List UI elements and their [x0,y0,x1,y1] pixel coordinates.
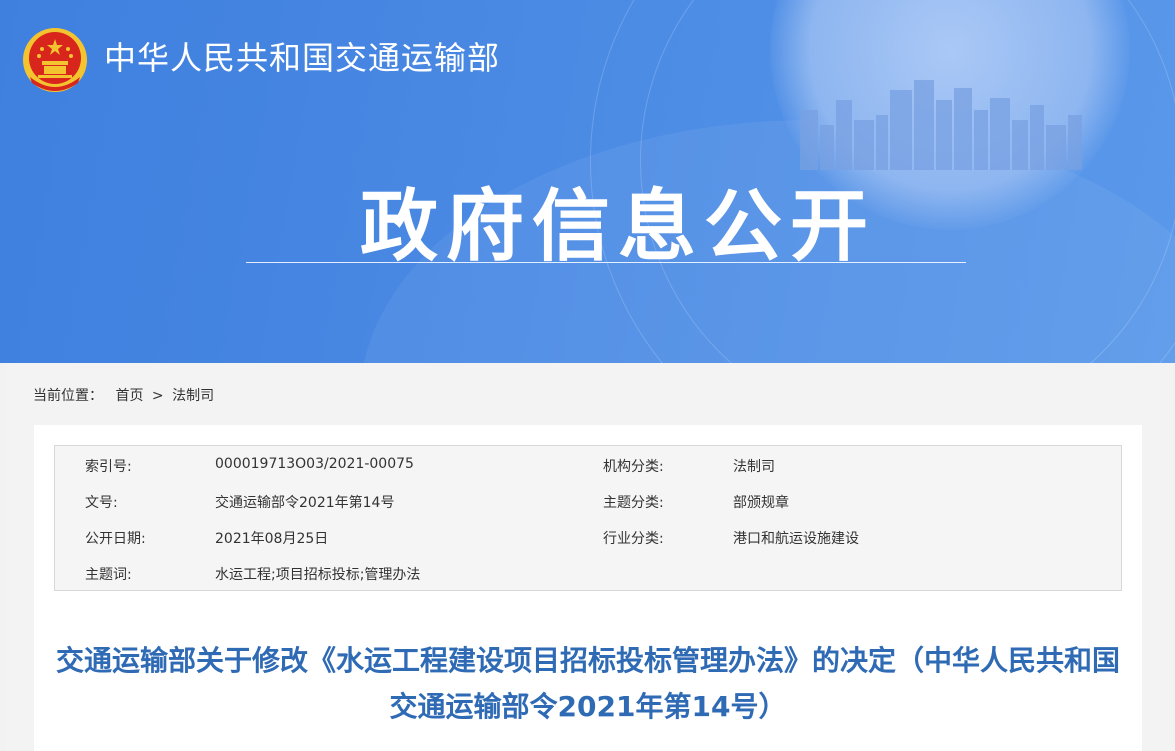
metadata-key: 公开日期: [85,531,146,547]
content-panel: 索引号: 000019713O03/2021-00075 机构分类: 法制司 文… [34,425,1142,751]
metadata-row: 主题词: 水运工程;项目招标投标;管理办法 [55,554,1121,590]
metadata-value: 法制司 [733,459,775,475]
site-title[interactable]: 中华人民共和国交通运输部 [104,33,500,79]
metadata-table: 索引号: 000019713O03/2021-00075 机构分类: 法制司 文… [54,445,1122,591]
document-title: 交通运输部关于修改《水运工程建设项目招标投标管理办法》的决定（中华人民共和国交通… [55,644,1120,723]
metadata-key: 文号: [85,495,118,511]
breadcrumb: 当前位置： 首页 > 法制司 [33,385,214,405]
metadata-value: 2021年08月25日 [215,531,329,547]
main-area: 当前位置： 首页 > 法制司 索引号: 000019713O03/2021-00… [6,363,1171,751]
city-skyline-icon [800,80,1082,170]
metadata-key: 主题词: [85,567,132,583]
breadcrumb-item-legal-dept[interactable]: 法制司 [172,385,214,405]
metadata-value: 部颁规章 [733,495,789,511]
metadata-value: 港口和航运设施建设 [733,531,859,547]
breadcrumb-separator: > [151,388,164,404]
metadata-key: 索引号: [85,459,132,475]
metadata-value: 000019713O03/2021-00075 [215,456,414,472]
header-banner: 中华人民共和国交通运输部 政府信息公开 [0,0,1175,363]
banner-title: 政府信息公开 [360,182,877,272]
breadcrumb-label: 当前位置： [33,388,103,404]
metadata-value: 交通运输部令2021年第14号 [215,495,395,511]
metadata-row: 索引号: 000019713O03/2021-00075 机构分类: 法制司 [55,446,1121,482]
metadata-value: 水运工程;项目招标投标;管理办法 [215,567,421,583]
metadata-row: 文号: 交通运输部令2021年第14号 主题分类: 部颁规章 [55,482,1121,518]
title-divider [246,262,966,263]
metadata-key: 机构分类: [603,459,664,475]
metadata-row: 公开日期: 2021年08月25日 行业分类: 港口和航运设施建设 [55,518,1121,554]
metadata-key: 行业分类: [603,531,664,547]
breadcrumb-item-home[interactable]: 首页 [115,385,143,405]
metadata-key: 主题分类: [603,495,664,511]
national-emblem-icon [23,28,87,92]
